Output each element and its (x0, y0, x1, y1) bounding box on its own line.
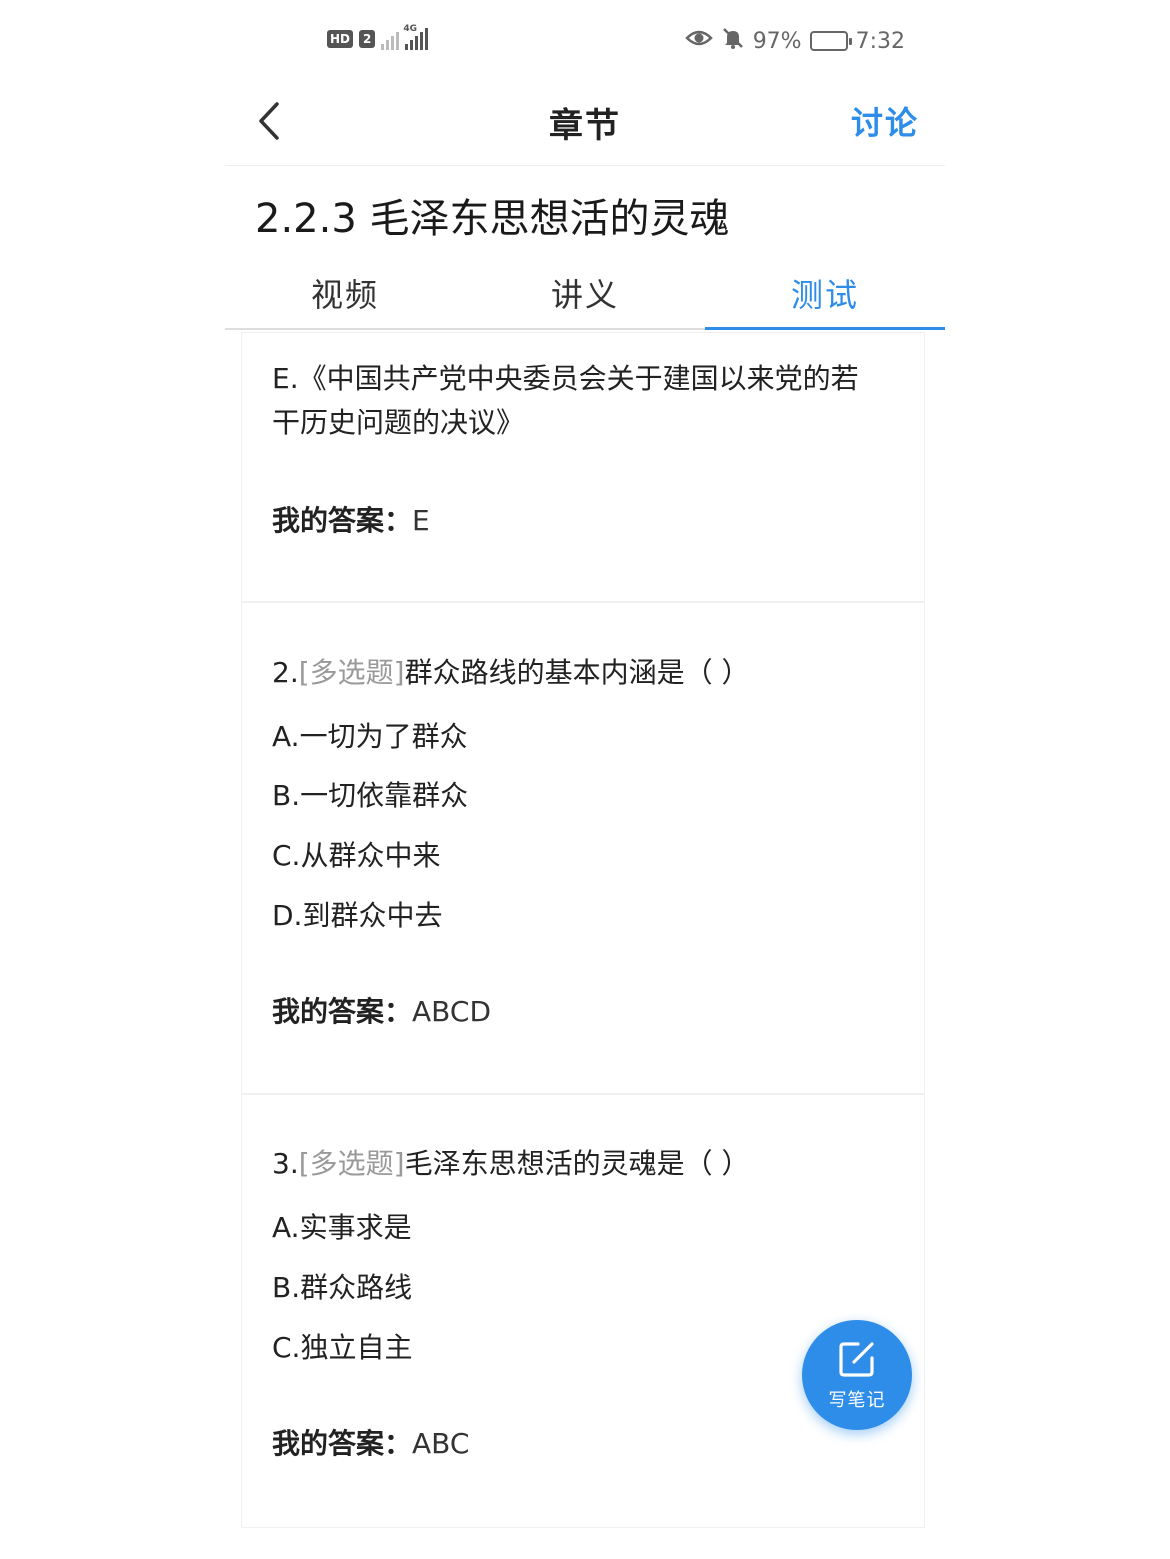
question-stem: 3.[多选题]毛泽东思想活的灵魂是（ ） (272, 1142, 749, 1186)
sim-badge: 2 (359, 30, 376, 48)
option-e-line2: 干历史问题的决议》 (272, 406, 525, 439)
signal-sim1-icon (381, 28, 400, 50)
answer-value: E (412, 504, 430, 537)
hd-badge: HD (327, 30, 354, 48)
tab-video[interactable]: 视频 (225, 256, 465, 328)
signal-sim2-icon: 4G (403, 24, 429, 50)
my-answer-row: 我的答案：ABC (272, 1422, 469, 1466)
option-e-line1: E.《中国共产党中央委员会关于建国以来党的若 (272, 362, 859, 395)
tab-handout[interactable]: 讲义 (465, 256, 705, 328)
answer-label: 我的答案： (272, 1427, 413, 1460)
option-a: A.实事求是 (272, 1211, 412, 1244)
write-note-label: 写笔记 (828, 1390, 886, 1411)
my-answer-row: 我的答案：ABCD (272, 990, 491, 1034)
option-c: C.从群众中来 (272, 839, 441, 872)
question-card: E.《中国共产党中央委员会关于建国以来党的若 干历史问题的决议》 我的答案：E (241, 332, 925, 602)
answer-value: ABC (412, 1427, 470, 1460)
status-left: HD 2 4G (327, 24, 429, 50)
option-a: A.一切为了群众 (272, 720, 468, 753)
tab-bar: 视频 讲义 测试 (225, 256, 945, 330)
my-answer-row: 我的答案：E (272, 499, 430, 543)
battery-icon (809, 31, 852, 51)
option-b: B.一切依靠群众 (272, 779, 469, 812)
write-note-button[interactable]: 写笔记 (802, 1320, 912, 1430)
page-title: 章节 (549, 106, 621, 146)
edit-note-icon (839, 1342, 874, 1377)
bell-muted-icon (721, 26, 745, 56)
tab-test[interactable]: 测试 (705, 256, 945, 330)
answer-label: 我的答案： (272, 995, 413, 1028)
answer-label: 我的答案： (272, 504, 413, 537)
section-title: 2.2.3 毛泽东思想活的灵魂 (255, 196, 730, 242)
question-type: [多选题] (298, 1147, 405, 1180)
status-right: 97% 7:32 (684, 26, 905, 56)
nav-bar: 章节 讨论 (225, 84, 945, 166)
clock: 7:32 (855, 28, 905, 54)
question-text: 群众路线的基本内涵是（ ） (404, 656, 750, 689)
question-card: 3.[多选题]毛泽东思想活的灵魂是（ ） A.实事求是 B.群众路线 C.独立自… (241, 1094, 925, 1528)
option-d: D.到群众中去 (272, 899, 443, 932)
phone-screen: HD 2 4G 97% 7:32 章节 讨论 2.2.3 毛泽东思想活的灵魂 视… (225, 0, 945, 1559)
status-bar: HD 2 4G 97% 7:32 (225, 0, 945, 84)
question-number: 2. (272, 656, 299, 689)
battery-percent: 97% (752, 28, 802, 54)
question-text: 毛泽东思想活的灵魂是（ ） (404, 1147, 750, 1180)
network-type: 4G (403, 24, 418, 34)
option-c: C.独立自主 (272, 1331, 413, 1364)
question-stem: 2.[多选题]群众路线的基本内涵是（ ） (272, 651, 749, 695)
answer-value: ABCD (412, 995, 491, 1028)
question-number: 3. (272, 1147, 299, 1180)
question-card: 2.[多选题]群众路线的基本内涵是（ ） A.一切为了群众 B.一切依靠群众 C… (241, 602, 925, 1094)
eye-icon (684, 28, 713, 54)
question-type: [多选题] (298, 656, 405, 689)
option-b: B.群众路线 (272, 1271, 413, 1304)
discuss-button[interactable]: 讨论 (851, 98, 919, 144)
